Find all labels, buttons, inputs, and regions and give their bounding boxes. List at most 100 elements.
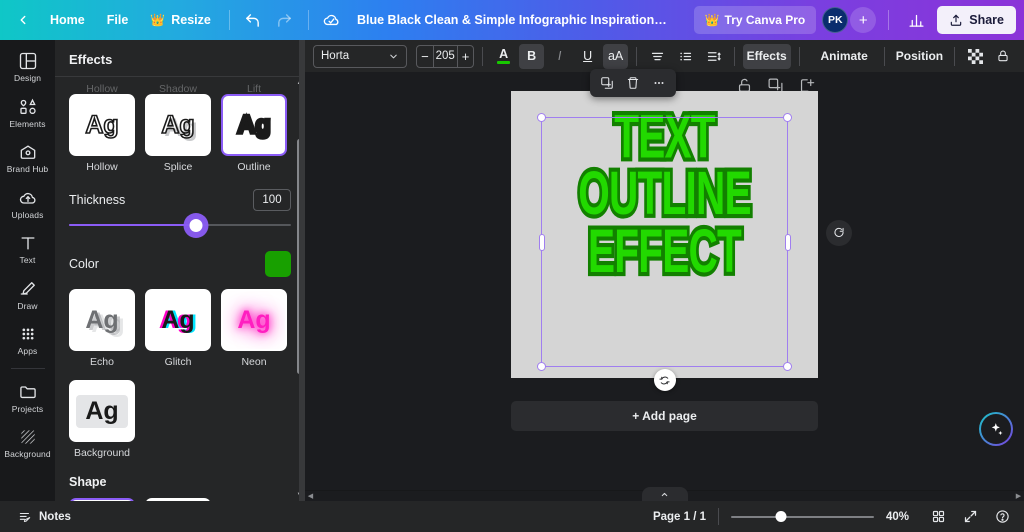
text-icon <box>21 237 34 250</box>
thickness-value-input[interactable]: 100 <box>253 189 291 211</box>
resize-handle-right[interactable] <box>784 233 791 251</box>
cloud-save-button[interactable] <box>317 6 347 34</box>
file-menu-button[interactable]: File <box>97 6 139 34</box>
invite-members-button[interactable]: + <box>850 7 877 33</box>
sidebar-item-elements[interactable]: Elements <box>3 92 53 133</box>
font-size-input[interactable]: 205 <box>432 45 458 67</box>
bullet-list-button[interactable] <box>673 44 698 69</box>
share-button[interactable]: Share <box>937 6 1016 34</box>
horizontal-scrollbar[interactable]: ◀ ▶ <box>305 487 1024 501</box>
sidebar-item-brand-hub[interactable]: Brand Hub <box>3 137 53 178</box>
grid-view-button[interactable] <box>928 507 948 527</box>
resize-handle-left[interactable] <box>538 233 545 251</box>
sidebar-item-design[interactable]: Design <box>3 46 53 87</box>
line-spacing-button[interactable] <box>701 44 726 69</box>
side-animate-button[interactable] <box>826 220 852 246</box>
help-button[interactable] <box>992 507 1012 527</box>
thickness-slider[interactable] <box>69 215 291 235</box>
resize-handle-top-left[interactable] <box>537 113 546 122</box>
delete-button[interactable] <box>621 71 645 95</box>
font-size-decrease-button[interactable]: − <box>417 46 433 67</box>
duplicate-button[interactable] <box>595 71 619 95</box>
add-page-button[interactable]: + Add page <box>511 401 818 431</box>
zoom-knob[interactable] <box>775 511 787 522</box>
effect-label: Neon <box>241 356 267 368</box>
home-button[interactable]: Home <box>40 6 95 34</box>
effect-styles-row-2: Ag Echo Ag Glitch Ag Neon <box>69 289 291 368</box>
text-color-button[interactable]: A <box>491 44 516 69</box>
effect-option-hollow[interactable]: Ag Hollow <box>69 94 135 173</box>
avatar[interactable]: PK <box>822 7 849 33</box>
resize-button[interactable]: 👑 Resize <box>140 6 221 34</box>
canva-editor: Home File 👑 Resize Blue Black Clean & Si… <box>0 0 1024 532</box>
lock-button[interactable] <box>991 44 1016 69</box>
rotate-icon <box>659 376 670 384</box>
case-label: aA <box>607 49 624 63</box>
resize-handle-bottom-right[interactable] <box>783 362 792 371</box>
effect-option-echo[interactable]: Ag Echo <box>69 289 135 368</box>
font-size-increase-button[interactable]: + <box>458 46 474 67</box>
text-case-button[interactable]: aA <box>603 43 629 69</box>
fullscreen-button[interactable] <box>960 507 980 527</box>
font-family-value: Horta <box>321 50 350 62</box>
italic-label: I <box>557 49 562 63</box>
page-count-label[interactable]: Page 1 / 1 <box>653 511 706 523</box>
panel-scroll-area[interactable]: Hollow Shadow Lift Ag Hollow Ag Splice A… <box>55 76 305 501</box>
ag-sample: Ag <box>161 110 196 139</box>
slider-knob[interactable] <box>189 218 203 232</box>
align-button[interactable] <box>645 44 670 69</box>
element-float-toolbar <box>589 69 676 97</box>
underline-label: U <box>583 49 593 63</box>
thickness-row: Thickness 100 <box>69 189 291 211</box>
effect-label: Outline <box>237 161 271 173</box>
design-page[interactable]: TEXT OUTLINE EFFECT <box>511 91 818 391</box>
design-title[interactable]: Blue Black Clean & Simple Infographic In… <box>347 9 677 31</box>
zoom-value[interactable]: 40% <box>886 511 916 523</box>
sidebar-item-label: Design <box>13 73 42 83</box>
font-family-select[interactable]: Horta <box>313 44 408 68</box>
sidebar-item-apps[interactable]: Apps <box>3 319 53 360</box>
selection-box[interactable] <box>537 113 792 371</box>
animate-button[interactable]: Animate <box>807 44 876 69</box>
bold-button[interactable]: B <box>519 43 545 69</box>
effect-option-glitch[interactable]: Ag Glitch <box>145 289 211 368</box>
lock-icon <box>998 50 1009 62</box>
try-canva-pro-button[interactable]: 👑 Try Canva Pro <box>693 6 817 34</box>
zoom-slider[interactable] <box>731 509 874 525</box>
notes-button[interactable]: Notes <box>12 507 77 527</box>
effect-option-outline[interactable]: Ag Outline <box>221 94 287 173</box>
sidebar-item-draw[interactable]: Draw <box>3 274 53 315</box>
insights-button[interactable] <box>901 6 931 34</box>
resize-handle-top-right[interactable] <box>783 113 792 122</box>
undo-button[interactable] <box>238 6 268 34</box>
redo-button[interactable] <box>270 6 300 34</box>
resize-handle-bottom-left[interactable] <box>537 362 546 371</box>
underline-button[interactable]: U <box>575 44 600 69</box>
canvas-area[interactable]: TEXT OUTLINE EFFECT + Add page <box>305 69 1024 490</box>
share-label: Share <box>969 13 1004 27</box>
ag-sample: Ag <box>85 110 120 139</box>
sidebar-item-text[interactable]: Text <box>3 228 53 269</box>
position-button[interactable]: Position <box>893 44 947 69</box>
effect-option-neon[interactable]: Ag Neon <box>221 289 287 368</box>
effect-option-background[interactable]: Ag Background <box>69 380 135 459</box>
sidebar-item-background[interactable]: Background <box>3 422 53 463</box>
collapse-panel-tab[interactable] <box>641 487 688 501</box>
color-swatch[interactable] <box>265 251 291 277</box>
italic-button[interactable]: I <box>547 44 572 69</box>
scroll-left-arrow[interactable]: ◀ <box>305 492 316 500</box>
magic-studio-button[interactable] <box>979 412 1013 446</box>
divider <box>307 10 309 30</box>
undo-icon <box>246 13 260 27</box>
rotate-handle[interactable] <box>653 369 676 391</box>
more-options-button[interactable] <box>647 71 671 95</box>
effect-option-splice[interactable]: Ag Splice <box>145 94 211 173</box>
back-button[interactable] <box>8 6 38 34</box>
sidebar-item-projects[interactable]: Projects <box>3 377 53 418</box>
sidebar-item-uploads[interactable]: Uploads <box>3 183 53 224</box>
sidebar-item-label: Brand Hub <box>6 164 49 174</box>
cloud-saved-icon <box>324 14 339 25</box>
transparency-button[interactable] <box>963 44 988 69</box>
scroll-right-arrow[interactable]: ▶ <box>1013 492 1024 500</box>
effects-button[interactable]: Effects <box>742 43 791 69</box>
